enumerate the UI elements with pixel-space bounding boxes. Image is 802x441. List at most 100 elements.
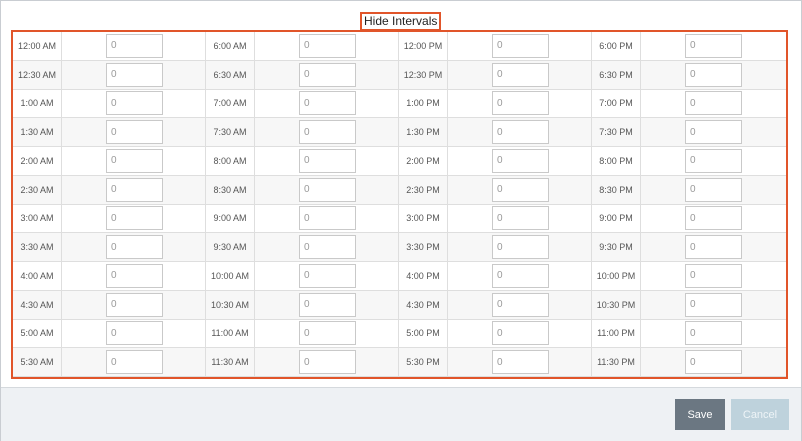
interval-input[interactable] bbox=[299, 91, 356, 116]
time-label: 10:00 AM bbox=[206, 262, 255, 291]
interval-input[interactable] bbox=[492, 33, 549, 58]
time-label: 10:30 AM bbox=[206, 290, 255, 320]
interval-input[interactable] bbox=[492, 321, 549, 346]
time-label: 11:00 AM bbox=[206, 319, 255, 349]
interval-input[interactable] bbox=[106, 321, 163, 346]
interval-input[interactable] bbox=[685, 350, 742, 375]
time-label: 11:30 PM bbox=[592, 348, 641, 377]
time-label: 5:00 PM bbox=[399, 319, 448, 349]
interval-input[interactable] bbox=[299, 263, 356, 288]
save-button[interactable]: Save bbox=[675, 399, 725, 430]
time-label: 1:30 AM bbox=[13, 118, 62, 147]
interval-input[interactable] bbox=[299, 350, 356, 375]
hide-intervals-link[interactable]: Hide Intervals bbox=[360, 12, 442, 31]
interval-input[interactable] bbox=[106, 91, 163, 116]
interval-input[interactable] bbox=[685, 148, 742, 173]
interval-input-cell bbox=[62, 32, 206, 61]
interval-input[interactable] bbox=[685, 62, 742, 87]
interval-input[interactable] bbox=[299, 321, 356, 346]
cancel-button[interactable]: Cancel bbox=[731, 399, 789, 430]
interval-input[interactable] bbox=[106, 263, 163, 288]
interval-input[interactable] bbox=[492, 263, 549, 288]
interval-input-cell bbox=[62, 204, 206, 234]
interval-input[interactable] bbox=[299, 120, 356, 145]
interval-input-cell bbox=[255, 89, 399, 119]
interval-input[interactable] bbox=[685, 292, 742, 317]
interval-input[interactable] bbox=[492, 148, 549, 173]
interval-input-cell bbox=[448, 175, 592, 205]
time-label: 2:00 AM bbox=[13, 147, 62, 176]
interval-input-cell bbox=[255, 118, 399, 147]
interval-input[interactable] bbox=[685, 177, 742, 202]
interval-input[interactable] bbox=[106, 148, 163, 173]
interval-input-cell bbox=[641, 204, 786, 234]
interval-input[interactable] bbox=[299, 292, 356, 317]
interval-input[interactable] bbox=[685, 235, 742, 260]
interval-input[interactable] bbox=[492, 292, 549, 317]
time-label: 8:00 PM bbox=[592, 147, 641, 176]
interval-input[interactable] bbox=[106, 62, 163, 87]
interval-input-cell bbox=[641, 233, 786, 262]
time-label: 12:30 PM bbox=[399, 60, 448, 90]
interval-input-cell bbox=[255, 204, 399, 234]
interval-input-cell bbox=[62, 89, 206, 119]
time-label: 1:00 PM bbox=[399, 89, 448, 119]
table-row: 1:30 AM 7:30 AM 1:30 PM 7:30 PM bbox=[13, 118, 786, 147]
time-label: 7:30 PM bbox=[592, 118, 641, 147]
interval-input[interactable] bbox=[299, 62, 356, 87]
time-label: 8:30 AM bbox=[206, 175, 255, 205]
interval-input-cell bbox=[641, 118, 786, 147]
interval-input-cell bbox=[641, 319, 786, 349]
table-row: 12:00 AM 6:00 AM 12:00 PM 6:00 PM bbox=[13, 32, 786, 61]
time-label: 9:30 AM bbox=[206, 233, 255, 262]
time-label: 12:00 AM bbox=[13, 32, 62, 61]
interval-input[interactable] bbox=[106, 292, 163, 317]
time-label: 4:30 AM bbox=[13, 290, 62, 320]
interval-input[interactable] bbox=[299, 206, 356, 231]
interval-input[interactable] bbox=[106, 235, 163, 260]
interval-input[interactable] bbox=[492, 235, 549, 260]
interval-input[interactable] bbox=[106, 177, 163, 202]
interval-input[interactable] bbox=[492, 177, 549, 202]
time-label: 11:30 AM bbox=[206, 348, 255, 377]
interval-input-cell bbox=[448, 348, 592, 377]
time-label: 8:30 PM bbox=[592, 175, 641, 205]
interval-input[interactable] bbox=[299, 148, 356, 173]
interval-input-cell bbox=[62, 348, 206, 377]
time-label: 4:00 AM bbox=[13, 262, 62, 291]
interval-input-cell bbox=[448, 32, 592, 61]
interval-input-cell bbox=[255, 60, 399, 90]
interval-input[interactable] bbox=[685, 206, 742, 231]
interval-input[interactable] bbox=[492, 91, 549, 116]
time-label: 7:30 AM bbox=[206, 118, 255, 147]
interval-input[interactable] bbox=[492, 350, 549, 375]
time-label: 8:00 AM bbox=[206, 147, 255, 176]
interval-input-cell bbox=[62, 290, 206, 320]
interval-input[interactable] bbox=[492, 120, 549, 145]
interval-input-cell bbox=[641, 348, 786, 377]
interval-input[interactable] bbox=[106, 120, 163, 145]
interval-input-cell bbox=[448, 204, 592, 234]
interval-input[interactable] bbox=[492, 62, 549, 87]
interval-input-cell bbox=[255, 233, 399, 262]
interval-input[interactable] bbox=[685, 321, 742, 346]
interval-input[interactable] bbox=[106, 350, 163, 375]
table-row: 5:00 AM 11:00 AM 5:00 PM 11:00 PM bbox=[13, 319, 786, 349]
time-label: 4:30 PM bbox=[399, 290, 448, 320]
interval-input[interactable] bbox=[299, 177, 356, 202]
interval-input[interactable] bbox=[299, 235, 356, 260]
interval-input[interactable] bbox=[685, 120, 742, 145]
interval-input[interactable] bbox=[492, 206, 549, 231]
interval-input[interactable] bbox=[106, 206, 163, 231]
time-label: 1:00 AM bbox=[13, 89, 62, 119]
time-label: 6:30 AM bbox=[206, 60, 255, 90]
interval-input[interactable] bbox=[685, 263, 742, 288]
interval-input[interactable] bbox=[685, 33, 742, 58]
interval-input[interactable] bbox=[685, 91, 742, 116]
time-label: 6:30 PM bbox=[592, 60, 641, 90]
time-label: 3:00 PM bbox=[399, 204, 448, 234]
table-row: 3:00 AM 9:00 AM 3:00 PM 9:00 PM bbox=[13, 204, 786, 234]
interval-input[interactable] bbox=[299, 33, 356, 58]
time-label: 12:00 PM bbox=[399, 32, 448, 61]
interval-input[interactable] bbox=[106, 33, 163, 58]
